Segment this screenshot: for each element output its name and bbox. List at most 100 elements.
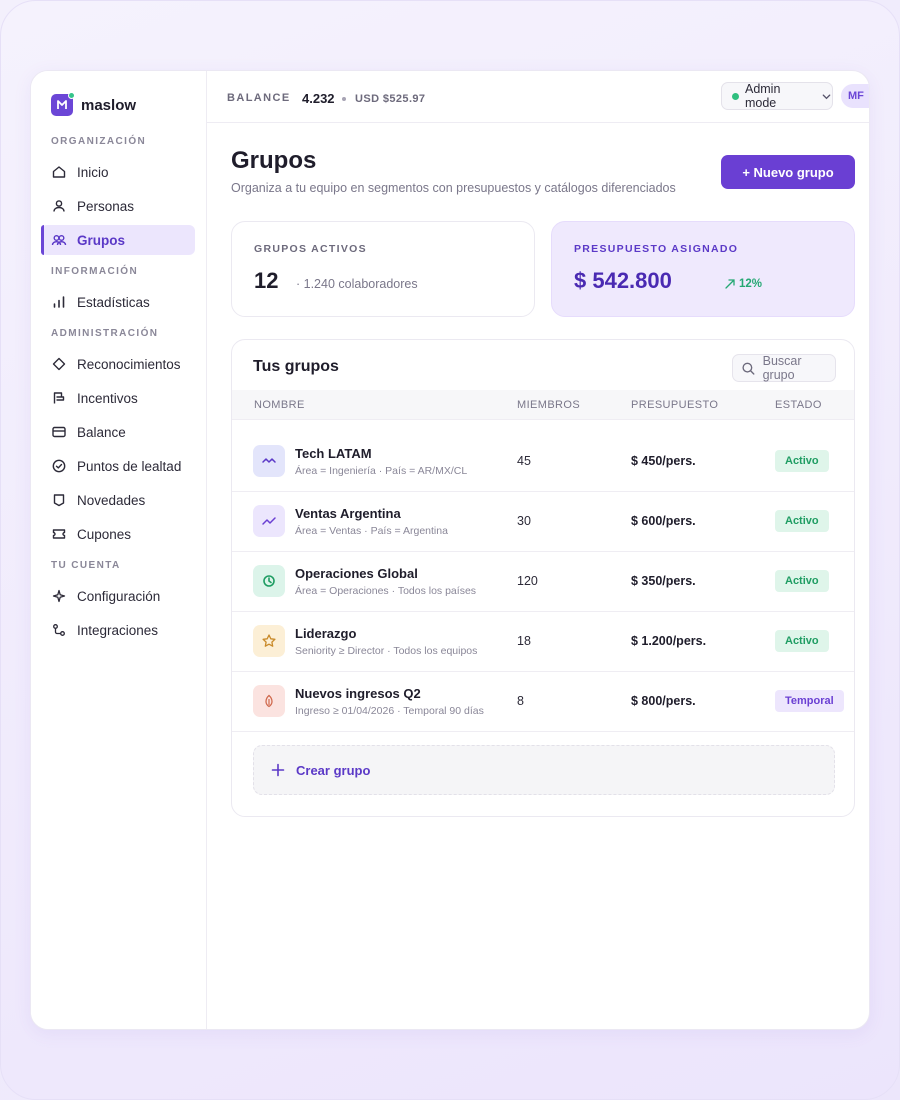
table-header: NOMBRE MIEMBROS PRESUPUESTO ESTADO bbox=[232, 390, 854, 420]
sidebar-item-estadisticas[interactable]: Estadísticas bbox=[41, 287, 195, 317]
stat-label: PRESUPUESTO ASIGNADO bbox=[574, 243, 739, 255]
group-criteria: Área = Ingeniería · País = AR/MX/CL bbox=[295, 465, 468, 477]
trend-value: 12% bbox=[739, 278, 763, 290]
group-members: 30 bbox=[517, 514, 531, 528]
nav-section-informacion: INFORMACIÓN bbox=[51, 266, 139, 277]
search-input[interactable]: Buscar grupo bbox=[732, 354, 836, 382]
wave-icon bbox=[253, 445, 285, 477]
brand-logo[interactable]: maslow bbox=[51, 92, 137, 116]
create-group-button[interactable]: Crear grupo bbox=[253, 745, 835, 795]
avatar[interactable]: MF bbox=[841, 84, 869, 108]
sidebar-item-label: Novedades bbox=[77, 492, 146, 508]
group-name: Tech LATAM bbox=[295, 446, 372, 461]
create-group-label: Crear grupo bbox=[296, 762, 371, 778]
page-title: Grupos bbox=[231, 147, 317, 174]
maslow-logo-icon bbox=[51, 92, 75, 116]
status-badge: Activo bbox=[775, 450, 829, 472]
trend-icon bbox=[253, 505, 285, 537]
users-icon bbox=[51, 235, 67, 246]
table-row[interactable]: Tech LATAM Área = Ingeniería · País = AR… bbox=[232, 432, 854, 492]
sidebar-item-label: Cupones bbox=[77, 526, 132, 542]
table-row[interactable]: Liderazgo Seniority ≥ Director · Todos l… bbox=[232, 612, 854, 672]
group-name: Operaciones Global bbox=[295, 566, 418, 581]
clock-icon bbox=[253, 565, 285, 597]
sidebar-item-reconocimientos[interactable]: Reconocimientos bbox=[41, 349, 195, 379]
balance-value: 4.232 bbox=[302, 91, 335, 106]
table-row[interactable]: Nuevos ingresos Q2 Ingreso ≥ 01/04/2026 … bbox=[232, 672, 854, 732]
group-members: 8 bbox=[517, 694, 524, 708]
groups-card: Tus grupos Buscar grupo NOMBRE MIEMBROS … bbox=[231, 339, 855, 817]
search-icon bbox=[742, 362, 755, 375]
sidebar-item-incentivos[interactable]: Incentivos bbox=[41, 383, 195, 413]
home-icon bbox=[52, 166, 66, 178]
group-budget: $ 600/pers. bbox=[631, 514, 696, 528]
sidebar: maslow ORGANIZACIÓN Inicio Personas Grup… bbox=[31, 71, 207, 1029]
leaf-icon bbox=[253, 685, 285, 717]
group-budget: $ 800/pers. bbox=[631, 694, 696, 708]
sidebar-item-label: Estadísticas bbox=[77, 294, 150, 310]
group-criteria: Área = Operaciones · Todos los países bbox=[295, 585, 477, 597]
sidebar-item-puntos-de-lealtad[interactable]: Puntos de lealtad bbox=[41, 451, 195, 481]
sidebar-item-novedades[interactable]: Novedades bbox=[41, 485, 195, 515]
group-criteria: Seniority ≥ Director · Todos los equipos bbox=[295, 645, 478, 657]
app-window: maslow ORGANIZACIÓN Inicio Personas Grup… bbox=[30, 70, 870, 1030]
status-badge: Activo bbox=[775, 510, 829, 532]
active-groups-card: GRUPOS ACTIVOS 12 · 1.240 colaboradores bbox=[231, 221, 535, 317]
sidebar-item-label: Puntos de lealtad bbox=[77, 458, 182, 474]
plus-icon bbox=[271, 763, 285, 777]
status-badge: Temporal bbox=[775, 690, 844, 712]
sidebar-item-integraciones[interactable]: Integraciones bbox=[41, 615, 195, 645]
separator-dot bbox=[342, 97, 346, 101]
table-row[interactable]: Operaciones Global Área = Operaciones · … bbox=[232, 552, 854, 612]
table-row[interactable]: Ventas Argentina Área = Ventas · País = … bbox=[232, 492, 854, 552]
diamond-icon bbox=[52, 357, 66, 371]
sidebar-item-label: Inicio bbox=[77, 164, 109, 180]
budget-card: PRESUPUESTO ASIGNADO $ 542.800 12% bbox=[551, 221, 855, 317]
group-budget: $ 450/pers. bbox=[631, 454, 696, 468]
group-name: Liderazgo bbox=[295, 626, 357, 641]
sidebar-item-label: Reconocimientos bbox=[77, 356, 181, 372]
sidebar-item-grupos[interactable]: Grupos bbox=[41, 225, 195, 255]
sidebar-item-label: Personas bbox=[77, 198, 135, 214]
sidebar-item-label: Incentivos bbox=[77, 390, 138, 406]
sidebar-item-personas[interactable]: Personas bbox=[41, 191, 195, 221]
flag-icon bbox=[53, 392, 65, 404]
group-members: 120 bbox=[517, 574, 538, 588]
page-subtitle: Organiza a tu equipo en segmentos con pr… bbox=[231, 181, 676, 195]
column-nombre[interactable]: NOMBRE bbox=[254, 399, 305, 411]
brand-name: maslow bbox=[81, 96, 137, 114]
nav-section-administracion: ADMINISTRACIÓN bbox=[51, 328, 159, 339]
star-icon bbox=[253, 625, 285, 657]
sidebar-item-label: Integraciones bbox=[77, 622, 159, 638]
sidebar-item-label: Grupos bbox=[77, 232, 126, 248]
sidebar-item-configuracion[interactable]: Configuración bbox=[41, 581, 195, 611]
stat-note: · 1.240 colaboradores bbox=[296, 277, 418, 291]
group-criteria: Área = Ventas · País = Argentina bbox=[295, 525, 448, 537]
bookmark-icon bbox=[53, 494, 65, 507]
column-presupuesto[interactable]: PRESUPUESTO bbox=[631, 399, 718, 411]
sidebar-item-inicio[interactable]: Inicio bbox=[41, 157, 195, 187]
group-members: 45 bbox=[517, 454, 531, 468]
status-badge: Activo bbox=[775, 630, 829, 652]
user-icon bbox=[53, 200, 65, 212]
sidebar-item-cupones[interactable]: Cupones bbox=[41, 519, 195, 549]
new-group-button[interactable]: + Nuevo grupo bbox=[721, 155, 855, 189]
groups-title: Tus grupos bbox=[253, 358, 339, 375]
sidebar-item-label: Configuración bbox=[77, 588, 161, 604]
column-estado[interactable]: ESTADO bbox=[775, 399, 822, 411]
stat-label: GRUPOS ACTIVOS bbox=[254, 243, 367, 255]
bar-chart-icon bbox=[53, 296, 65, 308]
admin-mode-dropdown[interactable]: Admin mode bbox=[721, 82, 833, 110]
nav-section-tu-cuenta: TU CUENTA bbox=[51, 560, 121, 571]
balance-label: BALANCE bbox=[227, 92, 291, 104]
stat-value: 12 bbox=[254, 268, 279, 293]
status-badge: Activo bbox=[775, 570, 829, 592]
sidebar-item-balance[interactable]: Balance bbox=[41, 417, 195, 447]
group-criteria: Ingreso ≥ 01/04/2026 · Temporal 90 días bbox=[295, 705, 484, 717]
group-budget: $ 350/pers. bbox=[631, 574, 696, 588]
ticket-icon bbox=[52, 529, 66, 539]
column-miembros[interactable]: MIEMBROS bbox=[517, 399, 580, 411]
group-name: Nuevos ingresos Q2 bbox=[295, 686, 421, 701]
group-members: 18 bbox=[517, 634, 531, 648]
integration-icon bbox=[53, 624, 65, 636]
